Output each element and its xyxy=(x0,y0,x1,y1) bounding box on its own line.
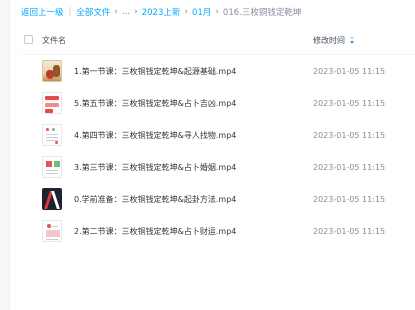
chevron-right-icon: › xyxy=(114,7,119,17)
file-name[interactable]: 2.第二节课：三枚铜钱定乾坤&占卜财运.mp4 xyxy=(74,226,236,237)
file-row[interactable]: 2.第二节课：三枚铜钱定乾坤&占卜财运.mp4 2023-01-05 11:15 xyxy=(21,215,415,247)
sidebar-edge xyxy=(0,0,10,310)
file-list: 1.第一节课：三枚铜钱定乾坤&起源基础.mp4 2023-01-05 11:15… xyxy=(21,55,415,247)
sort-icon[interactable] xyxy=(350,36,355,45)
file-row[interactable]: 5.第五节课：三枚铜钱定乾坤&占卜吉凶.mp4 2023-01-05 11:15 xyxy=(21,87,415,119)
video-thumbnail xyxy=(42,220,62,242)
breadcrumb-level1[interactable]: 2023上新 xyxy=(142,6,181,18)
breadcrumb: 返回上一级 | 全部文件 › ... › 2023上新 › 01月 › 016.… xyxy=(21,6,301,18)
file-name[interactable]: 5.第五节课：三枚铜钱定乾坤&占卜吉凶.mp4 xyxy=(74,98,236,109)
file-list-header: 文件名 修改时间 xyxy=(21,26,415,55)
file-name[interactable]: 4.第四节课：三枚铜钱定乾坤&寻人找物.mp4 xyxy=(74,130,236,141)
file-time: 2023-01-05 11:15 xyxy=(313,194,386,204)
select-all-checkbox[interactable] xyxy=(24,35,33,44)
video-thumbnail xyxy=(42,124,62,146)
breadcrumb-divider: | xyxy=(68,7,72,17)
chevron-right-icon: › xyxy=(184,7,188,17)
video-thumbnail xyxy=(42,92,62,114)
chevron-right-icon: › xyxy=(215,7,219,17)
column-time-header[interactable]: 修改时间 xyxy=(313,35,355,46)
file-name[interactable]: 3.第三节课：三枚铜钱定乾坤&占卜婚姻.mp4 xyxy=(74,162,236,173)
file-time: 2023-01-05 11:15 xyxy=(313,162,386,172)
column-time-label: 修改时间 xyxy=(313,36,345,45)
video-thumbnail xyxy=(42,60,62,82)
file-time: 2023-01-05 11:15 xyxy=(313,98,386,108)
breadcrumb-current: 016.三枚铜钱定乾坤 xyxy=(222,8,302,18)
video-thumbnail xyxy=(42,188,62,210)
file-row[interactable]: 1.第一节课：三枚铜钱定乾坤&起源基础.mp4 2023-01-05 11:15 xyxy=(21,55,415,87)
file-time: 2023-01-05 11:15 xyxy=(313,226,386,236)
file-row[interactable]: 4.第四节课：三枚铜钱定乾坤&寻人找物.mp4 2023-01-05 11:15 xyxy=(21,119,415,151)
column-name-label[interactable]: 文件名 xyxy=(42,35,66,46)
file-name[interactable]: 0.学前准备：三枚铜钱定乾坤&起卦方法.mp4 xyxy=(74,194,236,205)
chevron-right-icon: › xyxy=(134,7,138,17)
breadcrumb-level2[interactable]: 01月 xyxy=(192,6,211,18)
file-name[interactable]: 1.第一节课：三枚铜钱定乾坤&起源基础.mp4 xyxy=(74,66,236,77)
breadcrumb-root[interactable]: 全部文件 xyxy=(76,6,110,18)
breadcrumb-ellipsis[interactable]: ... xyxy=(122,7,130,17)
file-row[interactable]: 0.学前准备：三枚铜钱定乾坤&起卦方法.mp4 2023-01-05 11:15 xyxy=(21,183,415,215)
file-row[interactable]: 3.第三节课：三枚铜钱定乾坤&占卜婚姻.mp4 2023-01-05 11:15 xyxy=(21,151,415,183)
file-browser: 返回上一级 | 全部文件 › ... › 2023上新 › 01月 › 016.… xyxy=(0,0,415,310)
back-link[interactable]: 返回上一级 xyxy=(21,6,64,18)
video-thumbnail xyxy=(42,156,62,178)
file-time: 2023-01-05 11:15 xyxy=(313,66,386,76)
file-time: 2023-01-05 11:15 xyxy=(313,130,386,140)
